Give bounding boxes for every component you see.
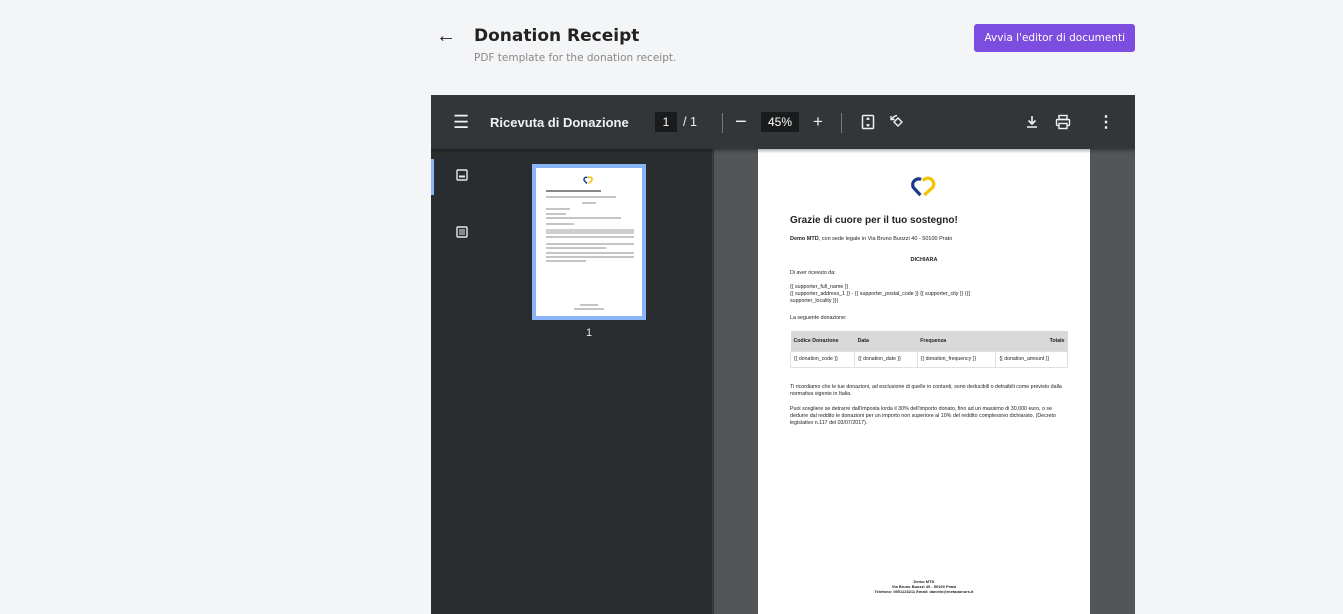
table-header-cell: Frequenza <box>917 331 996 351</box>
rotate-icon[interactable] <box>889 95 907 149</box>
fit-page-icon[interactable] <box>861 95 875 149</box>
thumbnail-line <box>574 308 604 310</box>
table-cell: {{ donation_code }} <box>789 350 856 368</box>
zoom-in-button[interactable]: + <box>813 95 823 149</box>
table-header-cell: Data <box>854 331 918 351</box>
table-header-row: Codice Donazione Data Frequenza Totale <box>790 331 1068 351</box>
zoom-out-button[interactable]: − <box>735 95 747 149</box>
table-header-cell: Totale <box>995 331 1068 351</box>
toolbar-divider <box>841 113 842 133</box>
thumbnail-sidebar: 1 <box>431 149 713 614</box>
supporter-locality-field: supporter_locality }}) <box>790 298 839 304</box>
supporter-name-field: {{ supporter_full_name }} <box>790 284 849 290</box>
supporter-address-field: {{ supporter_address_1 }} - {{ supporter… <box>790 291 971 297</box>
document-outline-icon[interactable] <box>456 225 468 243</box>
download-icon[interactable] <box>1025 95 1039 149</box>
thumbnail-line <box>546 252 634 254</box>
toolbar-divider <box>722 113 723 133</box>
tax-details-paragraph: Puoi scegliere se detrarre dall'imposta … <box>790 406 1056 426</box>
pdf-toolbar: ☰ Ricevuta di Donazione / 1 − + ⋮ <box>431 95 1135 149</box>
thumbnail-line <box>582 202 596 204</box>
print-icon[interactable] <box>1055 95 1071 149</box>
following-donation-text: La seguente donazione: <box>790 315 847 321</box>
document-heading: Grazie di cuore per il tuo sostegno! <box>790 215 958 226</box>
organization-address: , con sede legale in Via Bruno Buozzi 40… <box>818 236 953 242</box>
table-cell: {{ donation_date }} <box>854 350 918 368</box>
document-footer: Demo MTD Via Bruno Buozzi 40 - 50100 Pra… <box>758 579 1090 594</box>
page-indicator: / 1 <box>655 95 697 149</box>
organization-line: Demo MTD, con sede legale in Via Bruno B… <box>790 236 952 242</box>
thumbnail-line <box>546 190 601 192</box>
thumbnail-line <box>546 256 634 258</box>
table-cell: {{ donation_amount }} <box>995 350 1068 368</box>
heart-logo-icon <box>911 176 936 197</box>
thumbnail-logo-icon <box>583 176 593 184</box>
selected-tab-indicator <box>431 159 434 195</box>
page-subtitle: PDF template for the donation receipt. <box>474 52 677 64</box>
thumbnail-line <box>546 260 586 262</box>
thumbnail-line <box>580 304 598 306</box>
page-thumbnail[interactable] <box>532 164 646 320</box>
thumbnail-line <box>546 236 634 238</box>
open-document-editor-button[interactable]: Avvia l'editor di documenti <box>974 24 1135 52</box>
zoom-level-input[interactable] <box>761 112 799 132</box>
thumbnail-line <box>546 217 621 219</box>
thumbnail-line <box>546 243 634 245</box>
document-canvas: Grazie di cuore per il tuo sostegno! Dem… <box>714 149 1135 614</box>
more-options-icon[interactable]: ⋮ <box>1098 95 1114 149</box>
declaration-heading: DICHIARA <box>910 257 938 263</box>
page-number-input[interactable] <box>655 112 677 132</box>
table-row: {{ donation_code }} {{ donation_date }} … <box>789 350 1068 368</box>
page-header: ← Donation Receipt PDF template for the … <box>431 22 1135 72</box>
thumbnail-line <box>546 223 574 225</box>
table-cell: {{ donation_frequency }} <box>916 350 997 368</box>
pdf-viewer: ☰ Ricevuta di Donazione / 1 − + ⋮ <box>431 95 1135 614</box>
thumbnail-line <box>546 208 570 210</box>
received-from-text: Di aver ricevuto da: <box>790 270 836 276</box>
arrow-left-icon[interactable]: ← <box>436 26 456 46</box>
page-title: Donation Receipt <box>474 26 640 46</box>
pdf-page: Grazie di cuore per il tuo sostegno! Dem… <box>758 149 1090 614</box>
thumbnail-line <box>546 196 616 198</box>
tax-deduction-paragraph: Ti ricordiamo che le tue donazioni, ad e… <box>790 384 1062 397</box>
donation-table: Codice Donazione Data Frequenza Totale {… <box>789 331 1068 368</box>
thumbnail-line <box>546 213 566 215</box>
menu-icon[interactable]: ☰ <box>453 95 469 149</box>
page-total: / 1 <box>683 115 697 129</box>
organization-name: Demo MTD <box>790 236 819 242</box>
thumbnail-page-number: 1 <box>585 327 593 339</box>
thumbnail-line <box>546 229 634 234</box>
thumbnail-line <box>546 247 606 249</box>
footer-contacts: Telefono: 0551123211 Email: daniele@meta… <box>874 589 974 594</box>
thumbnails-icon[interactable] <box>456 168 468 186</box>
document-title: Ricevuta di Donazione <box>490 114 629 130</box>
table-header-cell: Codice Donazione <box>790 331 855 351</box>
